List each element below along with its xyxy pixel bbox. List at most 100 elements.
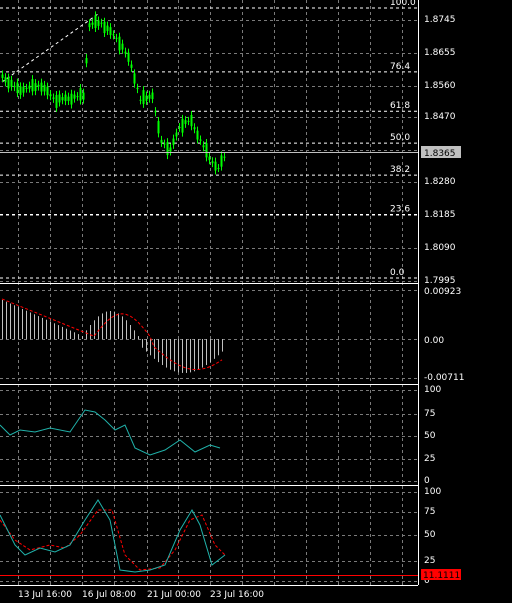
candle-body <box>127 52 130 62</box>
macd-bar <box>34 314 35 339</box>
rsi-label: 50 <box>424 431 436 441</box>
candle-body <box>124 51 127 54</box>
price-label: 1.8745 <box>424 15 456 25</box>
candle-body <box>196 130 199 140</box>
macd-bar <box>162 339 163 366</box>
candle-body <box>199 139 202 141</box>
stochastic-label: 25 <box>424 556 435 566</box>
macd-bar <box>86 330 87 339</box>
macd-bar <box>146 339 147 352</box>
macd-label: -0.00711 <box>424 373 464 383</box>
rsi-label: 75 <box>424 409 435 419</box>
candle-body <box>16 82 19 94</box>
macd-bar <box>142 339 143 348</box>
candle-body <box>145 95 148 101</box>
macd-bar <box>118 313 119 339</box>
candle-body <box>208 156 211 161</box>
macd-bar <box>154 339 155 359</box>
price-label: 1.8185 <box>424 210 456 220</box>
candle-body <box>40 82 43 92</box>
candle-body <box>52 97 55 99</box>
candle-body <box>184 120 187 124</box>
macd-label: 0.00 <box>424 336 444 346</box>
macd-bar <box>2 299 3 339</box>
price-label: 1.8470 <box>424 112 456 122</box>
fibonacci-level-label: 38.2 <box>390 165 410 175</box>
candle-body <box>106 25 109 32</box>
candle-body <box>97 20 100 26</box>
candle-body <box>220 155 223 167</box>
candle-body <box>181 118 184 133</box>
candle-body <box>130 64 133 68</box>
macd-bar <box>58 325 59 339</box>
candle-body <box>82 92 85 100</box>
macd-bar <box>178 339 179 373</box>
candle-body <box>178 127 181 129</box>
candle-body <box>61 97 64 101</box>
price-label: 1.8655 <box>424 48 456 58</box>
macd-bar <box>42 317 43 339</box>
fibonacci-level-label: 76.4 <box>390 62 410 72</box>
candle-body <box>100 22 103 24</box>
stochastic-label: 75 <box>424 507 435 517</box>
macd-bar <box>26 310 27 339</box>
macd-bar <box>202 339 203 368</box>
candle-body <box>55 95 58 108</box>
macd-bar <box>74 332 75 339</box>
macd-bar <box>182 339 183 373</box>
candle-body <box>94 15 97 28</box>
candle-body <box>223 156 226 158</box>
macd-bar <box>214 339 215 359</box>
candle-body <box>115 37 118 39</box>
candle-body <box>118 36 121 51</box>
candle-body <box>22 86 25 93</box>
price-label: 1.8280 <box>424 177 456 187</box>
macd-bar <box>174 339 175 372</box>
candle-body <box>190 114 193 127</box>
candle-body <box>13 85 16 88</box>
candle-body <box>7 77 10 89</box>
macd-bar <box>94 320 95 339</box>
stochastic-level-value: 11.1111 <box>423 571 460 581</box>
macd-bar <box>130 325 131 339</box>
candle-body <box>85 58 88 64</box>
candle-body <box>103 21 106 34</box>
macd-bar <box>66 328 67 339</box>
candle-body <box>64 94 67 102</box>
macd-bar <box>166 339 167 368</box>
candle-body <box>160 139 163 143</box>
candle-body <box>58 94 61 103</box>
macd-bar <box>14 305 15 339</box>
rsi-label: 25 <box>424 454 435 464</box>
macd-bar <box>194 339 195 372</box>
candle-body <box>67 96 70 102</box>
candle-body <box>121 43 124 50</box>
current-price-tag: 1.8365 <box>421 146 461 159</box>
candle-body <box>46 86 49 96</box>
candle-body <box>202 145 205 148</box>
candle-body <box>163 143 166 145</box>
macd-bar <box>138 336 139 339</box>
candle-body <box>214 161 217 171</box>
candle-body <box>175 132 178 137</box>
candle-body <box>112 34 115 36</box>
candle-body <box>28 85 31 89</box>
current-price-value: 1.8365 <box>424 149 456 159</box>
candle-body <box>1 74 4 78</box>
stochastic-label: 50 <box>424 530 436 540</box>
time-label: 13 Jul 16:00 <box>18 590 72 600</box>
macd-bar <box>134 330 135 339</box>
candle-body <box>91 22 94 25</box>
macd-bar <box>206 339 207 366</box>
candle-body <box>43 84 46 92</box>
candle-body <box>37 84 40 87</box>
macd-bar <box>18 307 19 339</box>
macd-bar <box>210 339 211 363</box>
macd-bar <box>126 320 127 339</box>
trading-chart[interactable]: 100.0 76.4 61.8 50.0 38.2 23.6 0.0 1.8745 1.86… <box>0 0 512 603</box>
candle-body <box>166 142 169 156</box>
time-label: 16 Jul 08:00 <box>82 590 136 600</box>
macd-bar <box>10 303 11 339</box>
macd-bar <box>98 316 99 339</box>
candle-body <box>4 77 7 83</box>
